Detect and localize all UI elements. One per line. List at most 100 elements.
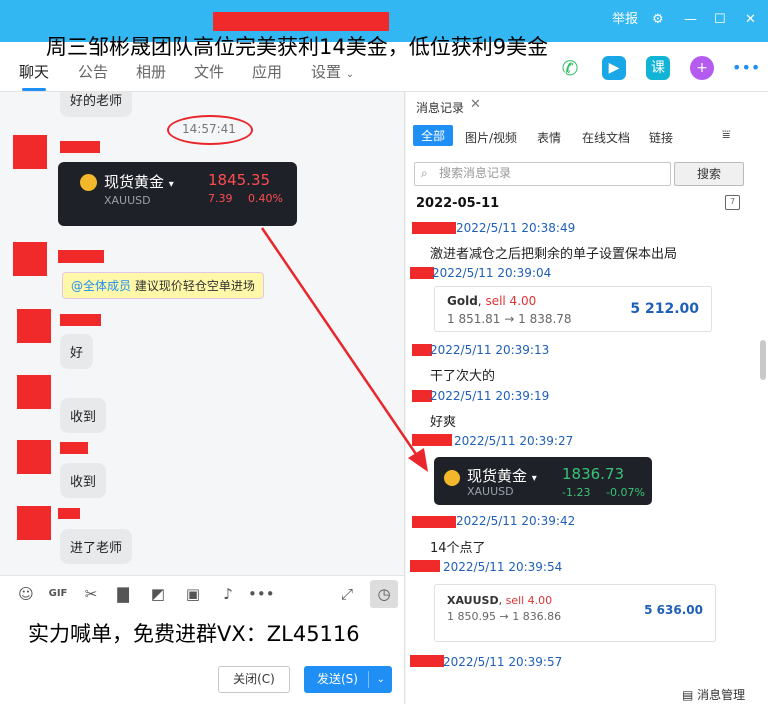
send-split-divider <box>368 671 369 688</box>
history-tab-links[interactable]: 链接 <box>649 129 673 146</box>
mention-text: 建议现价轻仓空单进场 <box>134 279 255 293</box>
search-icon: ⌕ <box>421 166 428 180</box>
image-icon[interactable]: ▣ <box>183 584 203 604</box>
message-time: 2022/5/11 20:39:19 <box>430 389 550 403</box>
more-tools-icon[interactable]: ••• <box>248 584 275 604</box>
redacted-sender-name <box>58 250 104 263</box>
gold-coin-icon <box>444 470 460 486</box>
gif-icon[interactable]: GIF <box>48 584 68 604</box>
calendar-icon[interactable]: 7 <box>725 195 740 210</box>
redacted-sender-name <box>410 655 444 667</box>
tab-chat[interactable]: 聊天 <box>19 61 49 91</box>
video-icon[interactable]: ▶ <box>602 56 626 80</box>
redacted-sender-name <box>412 222 456 234</box>
message-time: 2022/5/11 20:39:13 <box>430 343 550 357</box>
trade-card[interactable]: Gold, sell 4.00 1 851.81 → 1 838.78 5 21… <box>434 286 712 332</box>
redacted-sender-name <box>412 516 456 528</box>
filter-icon[interactable]: ⩸ <box>722 127 731 143</box>
history-tab-media[interactable]: 图片/视频 <box>465 129 517 146</box>
message-time: 2022/5/11 20:38:49 <box>456 221 576 235</box>
quote-change-pct: 0.40% <box>248 192 283 205</box>
avatar[interactable] <box>17 375 51 409</box>
history-clock-icon[interactable]: ◷ <box>370 580 398 608</box>
expand-icon[interactable]: ⤢ <box>337 584 357 604</box>
message-bubble: 好的老师 <box>60 92 133 117</box>
mention-message: @全体成员 建议现价轻仓空单进场 <box>62 272 264 299</box>
redacted-group-name <box>213 12 389 31</box>
avatar[interactable] <box>13 242 47 276</box>
tab-apps[interactable]: 应用 <box>252 61 282 82</box>
quote-name: 现货黄金 ▾ <box>467 467 537 485</box>
avatar[interactable] <box>17 309 51 343</box>
quote-card[interactable]: 现货黄金 ▾ XAUUSD 1836.73 -1.23 -0.07% <box>434 457 652 505</box>
avatar[interactable] <box>17 440 51 474</box>
sticker-icon[interactable]: ◩ <box>148 584 168 604</box>
minimize-icon[interactable]: — <box>684 12 697 28</box>
mention-all-link[interactable]: @全体成员 <box>71 279 131 293</box>
close-button[interactable]: 关闭(C) <box>218 666 290 693</box>
message-time: 2022/5/11 20:39:57 <box>443 655 563 669</box>
folder-icon[interactable]: ▇ <box>113 584 133 604</box>
tab-settings[interactable]: 设置 ⌄ <box>311 61 354 82</box>
avatar[interactable] <box>13 135 47 169</box>
search-button[interactable]: 搜索 <box>674 162 744 186</box>
chevron-down-icon[interactable]: ⌄ <box>377 667 385 692</box>
quote-code: XAUUSD <box>104 194 151 207</box>
quote-change: 7.39 <box>208 192 233 205</box>
redacted-sender-name <box>410 560 440 572</box>
quote-price: 1845.35 <box>208 171 271 189</box>
message-bubble: 收到 <box>60 398 107 433</box>
history-tab-all[interactable]: 全部 <box>413 125 454 146</box>
message-manage-button[interactable]: ▤ 消息管理 <box>682 686 745 703</box>
message-bubble: 进了老师 <box>60 529 133 564</box>
history-tab-docs[interactable]: 在线文档 <box>582 129 630 146</box>
tab-album[interactable]: 相册 <box>136 61 166 82</box>
message-time: 2022/5/11 20:39:04 <box>432 266 552 280</box>
search-input[interactable] <box>439 166 659 180</box>
redacted-sender-name <box>412 390 432 402</box>
phone-icon[interactable]: ✆ <box>558 56 582 80</box>
report-button[interactable]: 举报 <box>612 12 638 28</box>
tab-files[interactable]: 文件 <box>194 61 224 82</box>
message-bubble: 好 <box>60 334 94 369</box>
more-icon[interactable]: ••• <box>732 56 760 80</box>
avatar[interactable] <box>17 506 51 540</box>
trade-price-range: 1 851.81 → 1 838.78 <box>447 312 572 326</box>
message-timestamp: 14:57:41 <box>182 122 236 136</box>
scissors-icon[interactable]: ✂ <box>81 584 101 604</box>
quote-card[interactable]: 现货黄金 ▾ XAUUSD 1845.35 7.39 0.40% <box>58 162 297 226</box>
send-button[interactable]: 发送(S) ⌄ <box>304 666 392 693</box>
quote-change-pct: -0.07% <box>606 486 645 499</box>
redacted-sender-name <box>60 141 100 153</box>
message-time: 2022/5/11 20:39:54 <box>443 560 563 574</box>
maximize-icon[interactable]: ☐ <box>714 12 726 28</box>
history-message: 14个点了 <box>430 541 486 556</box>
trade-card[interactable]: XAUUSD, sell 4.00 1 850.95 → 1 836.86 5 … <box>434 584 716 642</box>
trade-profit: 5 636.00 <box>644 603 703 617</box>
history-message: 激进者减仓之后把剩余的单子设置保本出局 <box>430 247 678 262</box>
gear-icon[interactable]: ⚙ <box>652 12 664 28</box>
manage-icon: ▤ <box>682 688 694 702</box>
history-title: 消息记录 <box>416 101 465 115</box>
trade-symbol: Gold, sell 4.00 <box>447 294 537 308</box>
message-time: 2022/5/11 20:39:27 <box>454 434 574 448</box>
promo-text: 实力喊单，免费进群VX：ZL45116 <box>28 622 360 646</box>
quote-code: XAUUSD <box>467 485 514 498</box>
redacted-sender-name <box>410 267 434 279</box>
history-tab-emoji[interactable]: 表情 <box>537 129 561 146</box>
date-header: 2022-05-11 <box>416 196 500 211</box>
redacted-sender-name <box>60 442 88 454</box>
tab-announcement[interactable]: 公告 <box>78 61 108 82</box>
search-box[interactable]: ⌕ <box>414 162 671 186</box>
message-time: 2022/5/11 20:39:42 <box>456 514 576 528</box>
emoji-icon[interactable]: ☺ <box>16 584 36 604</box>
redacted-sender-name <box>58 508 80 519</box>
close-icon[interactable]: ✕ <box>470 97 481 112</box>
close-icon[interactable]: ✕ <box>745 12 756 28</box>
chevron-down-icon: ⌄ <box>345 69 355 80</box>
send-label: 发送(S) <box>317 672 358 686</box>
class-icon[interactable]: 课 <box>646 56 670 80</box>
bell-icon[interactable]: ♪ <box>218 584 238 604</box>
plus-icon[interactable]: + <box>690 56 714 80</box>
scrollbar-thumb[interactable] <box>760 340 766 380</box>
